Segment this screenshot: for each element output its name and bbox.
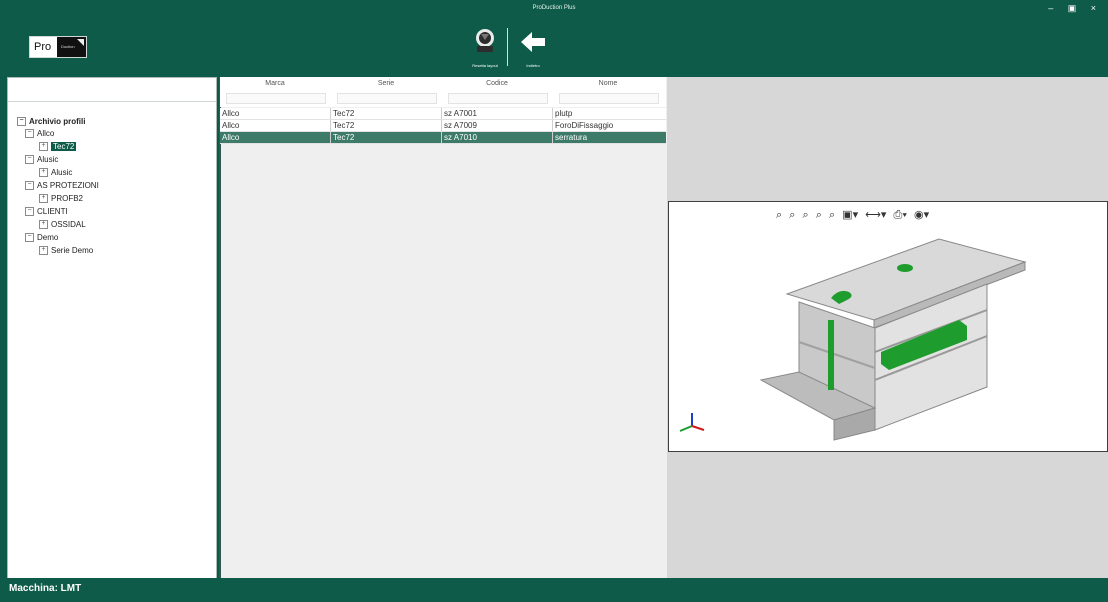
table-row-selected[interactable]: Allco Tec72 sz A7010 serratura	[220, 132, 666, 144]
window-controls[interactable]: – ▣ ×	[1048, 3, 1102, 14]
tree-node-clienti[interactable]: − CLIENTI	[25, 206, 68, 217]
tree-node-allco[interactable]: − Allco	[25, 128, 54, 139]
table-row[interactable]: Allco Tec72 sz A7001 plutp	[220, 108, 666, 120]
cell-serie: Tec72	[330, 120, 442, 131]
cell-nome: plutp	[552, 108, 666, 119]
back-button[interactable]: Indietro	[512, 26, 554, 70]
profiles-table-panel	[219, 77, 667, 578]
cell-marca: Allco	[222, 121, 240, 130]
zoom-window-icon[interactable]: ⌕	[802, 209, 808, 221]
column-header-codice[interactable]: Codice	[442, 80, 552, 87]
tree-leaf-label: Tec72	[51, 142, 77, 151]
tree-leaf-tec72[interactable]: + Tec72	[39, 141, 77, 152]
tree-leaf-label: PROFB2	[51, 194, 84, 203]
measure-dropdown-icon[interactable]: ⟷▾	[865, 209, 886, 221]
logo-mini-text: Duction	[61, 44, 75, 49]
viewer-toolbar: ⌕ ⌕ ⌕ ⌕ ⌕ ▣▾ ⟷▾ ⎙▾ ◉▾	[776, 208, 933, 222]
collapse-icon[interactable]: −	[25, 155, 34, 165]
logo-text: Pro	[34, 41, 52, 53]
tree-leaf-label: OSSIDAL	[51, 220, 86, 229]
cell-codice: sz A7009	[441, 120, 553, 131]
profile-3d-model	[759, 238, 1027, 441]
filter-codice-input[interactable]	[448, 93, 548, 104]
profile-tree-panel: − Archivio profili − Allco + Tec72 − Alusic …	[7, 77, 217, 580]
app-logo: Pro Duction	[29, 36, 87, 58]
tree-leaf-serie-demo[interactable]: + Serie Demo	[39, 245, 93, 256]
render-mode-dropdown-icon[interactable]: ◉▾	[914, 209, 929, 221]
cell-marca: Allco	[222, 109, 240, 118]
tree-node-label: AS PROTEZIONI	[37, 181, 99, 190]
axes-triad-icon	[679, 413, 705, 432]
column-header-nome[interactable]: Nome	[553, 80, 663, 87]
toolbar-separator	[507, 28, 508, 66]
filter-marca-input[interactable]	[226, 93, 326, 104]
column-header-marca[interactable]: Marca	[220, 80, 330, 87]
expand-icon[interactable]: +	[39, 246, 48, 256]
3d-viewer[interactable]	[668, 201, 1108, 452]
tree-leaf-profb2[interactable]: + PROFB2	[39, 193, 83, 204]
expand-icon[interactable]: +	[39, 194, 48, 204]
cell-serie: Tec72	[330, 132, 442, 143]
reset-layout-icon	[476, 29, 494, 52]
filter-serie-input[interactable]	[337, 93, 437, 104]
tree-node-label: CLIENTI	[37, 207, 68, 216]
cell-nome: serratura	[552, 132, 666, 143]
expand-icon[interactable]: +	[39, 142, 48, 152]
tree-node-demo[interactable]: − Demo	[25, 232, 58, 243]
camera-dropdown-icon[interactable]: ▣▾	[842, 209, 858, 221]
tree-node-label: Allco	[37, 129, 55, 138]
filter-nome-input[interactable]	[559, 93, 659, 104]
cell-nome: ForoDiFissaggio	[552, 120, 666, 131]
status-bar: Macchina: LMT	[0, 578, 1108, 602]
collapse-icon[interactable]: −	[25, 207, 34, 217]
tree-node-label: Alusic	[37, 155, 59, 164]
title-bar: ProDuction Plus – ▣ × Pro Duction Resett…	[0, 0, 1108, 76]
table-header: Marca Serie Codice Nome	[220, 77, 666, 107]
expand-icon[interactable]: +	[39, 220, 48, 230]
column-header-serie[interactable]: Serie	[331, 80, 441, 87]
collapse-icon[interactable]: −	[25, 181, 34, 191]
collapse-icon[interactable]: −	[25, 233, 34, 243]
zoom-in-icon[interactable]: ⌕	[776, 209, 782, 221]
tree-node-label: Demo	[37, 233, 59, 242]
cell-codice: sz A7001	[441, 108, 553, 119]
back-label: Indietro	[526, 63, 540, 68]
zoom-fit-icon[interactable]: ⌕	[816, 209, 822, 221]
tree-node-as-protezioni[interactable]: − AS PROTEZIONI	[25, 180, 99, 191]
window-title: ProDuction Plus	[532, 5, 576, 11]
tree-root-label: Archivio profili	[29, 117, 86, 126]
tree-header	[8, 78, 216, 102]
expand-icon[interactable]: +	[39, 168, 48, 178]
reset-layout-label: Resetta layout	[472, 63, 498, 68]
tree-node-alusic[interactable]: − Alusic	[25, 154, 58, 165]
cell-marca: Allco	[222, 133, 240, 142]
collapse-icon[interactable]: −	[17, 117, 26, 127]
cell-codice: sz A7010	[441, 132, 553, 143]
table-row[interactable]: Allco Tec72 sz A7009 ForoDiFissaggio	[220, 120, 666, 132]
zoom-selection-icon[interactable]: ⌕	[829, 209, 835, 221]
logo-dark-block: Duction	[57, 37, 86, 57]
logo-corner	[77, 39, 84, 46]
collapse-icon[interactable]: −	[25, 129, 34, 139]
zoom-out-icon[interactable]: ⌕	[789, 209, 795, 221]
tree-leaf-ossidal[interactable]: + OSSIDAL	[39, 219, 86, 230]
tree-root[interactable]: − Archivio profili	[17, 116, 85, 127]
reset-layout-button[interactable]: Resetta layout	[468, 26, 502, 70]
tree-leaf-alusic[interactable]: + Alusic	[39, 167, 72, 178]
tree-leaf-label: Serie Demo	[51, 246, 94, 255]
arrow-left-icon	[521, 32, 545, 52]
machine-status: Macchina: LMT	[9, 583, 82, 594]
view-dropdown-icon[interactable]: ⎙▾	[894, 209, 907, 221]
tree-leaf-label: Alusic	[51, 168, 73, 177]
cell-serie: Tec72	[330, 108, 442, 119]
